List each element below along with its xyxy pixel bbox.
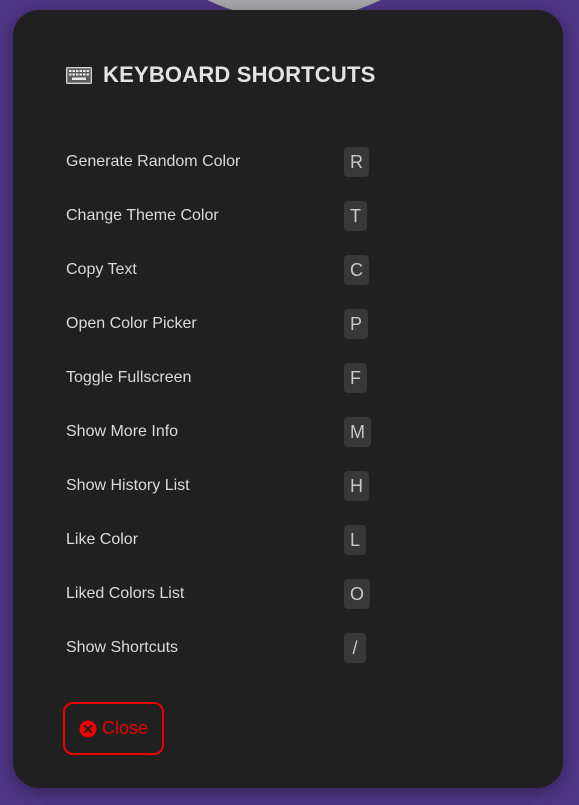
shortcut-key: O bbox=[344, 579, 371, 609]
shortcut-row-change-theme-color: Change Theme Color T bbox=[66, 189, 526, 243]
shortcut-key: F bbox=[344, 363, 367, 393]
shortcut-key: H bbox=[344, 471, 369, 501]
keyboard-icon bbox=[66, 66, 92, 84]
shortcut-label: Show Shortcuts bbox=[66, 639, 179, 656]
shortcut-label: Copy Text bbox=[66, 261, 137, 278]
close-button[interactable]: Close bbox=[63, 702, 164, 755]
shortcut-list: Generate Random Color R Change Theme Col… bbox=[66, 135, 526, 675]
shortcut-key: T bbox=[344, 201, 367, 231]
shortcut-row-show-more-info: Show More Info M bbox=[66, 405, 526, 459]
modal-title: KEYBOARD SHORTCUTS bbox=[103, 62, 376, 87]
shortcut-row-like-color: Like Color L bbox=[66, 513, 526, 567]
shortcuts-modal: KEYBOARD SHORTCUTS Generate Random Color… bbox=[13, 10, 563, 788]
modal-header: KEYBOARD SHORTCUTS bbox=[66, 62, 376, 88]
shortcut-key: C bbox=[344, 255, 369, 285]
shortcut-label: Toggle Fullscreen bbox=[66, 369, 192, 386]
shortcut-row-toggle-fullscreen: Toggle Fullscreen F bbox=[66, 351, 526, 405]
shortcut-label: Show More Info bbox=[66, 423, 179, 440]
shortcut-row-open-color-picker: Open Color Picker P bbox=[66, 297, 526, 351]
shortcut-label: Generate Random Color bbox=[66, 153, 241, 170]
shortcut-label: Show History List bbox=[66, 477, 190, 494]
shortcut-key: M bbox=[344, 417, 371, 447]
shortcut-row-copy-text: Copy Text C bbox=[66, 243, 526, 297]
shortcut-label: Change Theme Color bbox=[66, 207, 219, 224]
close-label: Close bbox=[101, 718, 149, 738]
shortcut-row-liked-colors-list: Liked Colors List O bbox=[66, 567, 526, 621]
shortcut-row-generate-random-color: Generate Random Color R bbox=[66, 135, 526, 189]
shortcut-label: Open Color Picker bbox=[66, 315, 197, 332]
shortcut-label: Like Color bbox=[66, 531, 139, 548]
shortcut-key: P bbox=[344, 309, 369, 339]
shortcut-key: R bbox=[344, 147, 369, 177]
shortcut-key: L bbox=[344, 525, 367, 555]
close-circle-icon bbox=[79, 720, 97, 738]
shortcut-key: / bbox=[344, 633, 366, 663]
shortcut-label: Liked Colors List bbox=[66, 585, 185, 602]
shortcut-row-show-shortcuts: Show Shortcuts / bbox=[66, 621, 526, 675]
shortcut-row-show-history-list: Show History List H bbox=[66, 459, 526, 513]
